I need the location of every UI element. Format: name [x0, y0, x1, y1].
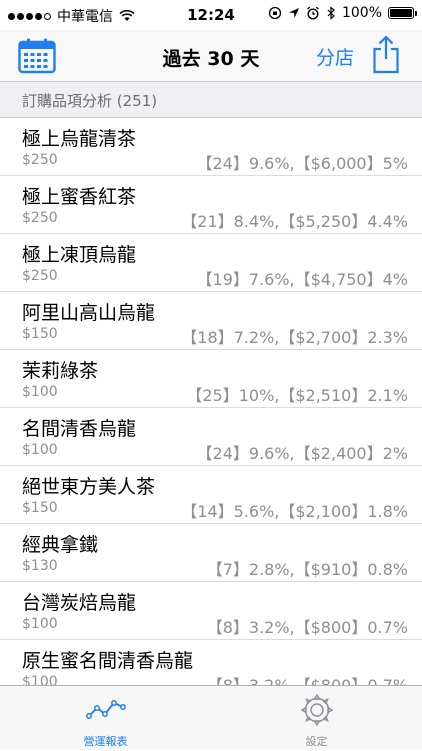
alarm-icon: [307, 6, 319, 20]
item-name: 台灣炭焙烏龍: [22, 592, 137, 614]
chart-line-icon: [85, 700, 126, 719]
item-price: $250: [22, 268, 58, 284]
item-statistics: 【19】7.6%,【$4,750】4%: [196, 270, 408, 289]
tab-label: 營運報表: [83, 735, 128, 748]
navigation-bar: 過去 30 天 分店: [0, 30, 422, 82]
orientation-lock-icon: [268, 6, 282, 20]
item-name: 茉莉綠茶: [22, 360, 99, 382]
item-statistics: 【24】9.6%,【$6,000】5%: [196, 154, 408, 173]
gear-icon: [300, 694, 333, 726]
item-price: $100: [22, 384, 58, 400]
item-price: $250: [22, 152, 58, 168]
battery-level: [390, 9, 412, 17]
item-price: $250: [22, 210, 58, 226]
item-price: $150: [22, 326, 58, 342]
section-header-label: 訂購品項分析 (251): [22, 92, 158, 110]
item-name: 原生蜜名間清香烏龍: [22, 650, 194, 672]
tab-label: 設定: [305, 735, 328, 748]
list-item[interactable]: 經典拿鐵 $130 【7】2.8%,【$910】0.8%: [0, 524, 422, 582]
item-statistics: 【14】5.6%,【$2,100】1.8%: [181, 502, 408, 521]
list-item[interactable]: 極上凍頂烏龍 $250 【19】7.6%,【$4,750】4%: [0, 234, 422, 292]
tab-bar: 營運報表 設定: [0, 685, 422, 750]
item-price: $100: [22, 616, 58, 632]
page-title: 過去 30 天: [162, 48, 260, 70]
item-name: 極上蜜香紅茶: [22, 186, 137, 208]
item-name: 極上烏龍清茶: [22, 128, 137, 150]
item-statistics: 【24】9.6%,【$2,400】2%: [196, 444, 408, 463]
item-price: $150: [22, 500, 58, 516]
list-item[interactable]: 名間清香烏龍 $100 【24】9.6%,【$2,400】2%: [0, 408, 422, 466]
item-price: $100: [22, 674, 58, 685]
bluetooth-icon: [327, 6, 335, 20]
item-list[interactable]: 極上烏龍清茶 $250 【24】9.6%,【$6,000】5% 極上蜜香紅茶 $250 【…: [0, 118, 422, 685]
battery-percent: 100%: [341, 5, 382, 21]
battery-icon: [388, 7, 417, 19]
item-name: 絕世東方美人茶: [22, 476, 156, 498]
list-item[interactable]: 絕世東方美人茶 $150 【14】5.6%,【$2,100】1.8%: [0, 466, 422, 524]
list-item[interactable]: 極上蜜香紅茶 $250 【21】8.4%,【$5,250】4.4%: [0, 176, 422, 234]
item-statistics: 【25】10%,【$2,510】2.1%: [186, 386, 408, 405]
section-header: 訂購品項分析 (251): [0, 82, 422, 118]
item-statistics: 【8】3.2%,【$800】0.7%: [206, 618, 408, 637]
tab-operations-report[interactable]: 營運報表: [0, 686, 211, 751]
list-item[interactable]: 原生蜜名間清香烏龍 $100 【8】3.2%,【$800】0.7%: [0, 640, 422, 685]
item-name: 極上凍頂烏龍: [22, 244, 137, 266]
location-arrow-icon: [288, 8, 299, 18]
store-button[interactable]: 分店: [316, 43, 354, 70]
list-item[interactable]: 極上烏龍清茶 $250 【24】9.6%,【$6,000】5%: [0, 118, 422, 176]
list-item[interactable]: 阿里山高山烏龍 $150 【18】7.2%,【$2,700】2.3%: [0, 292, 422, 350]
item-name: 名間清香烏龍: [22, 418, 137, 440]
item-name: 經典拿鐵: [22, 534, 99, 556]
status-bar: 中華電信 12:24 100%: [0, 0, 422, 30]
tab-settings[interactable]: 設定: [211, 686, 422, 751]
list-item[interactable]: 台灣炭焙烏龍 $100 【8】3.2%,【$800】0.7%: [0, 582, 422, 640]
item-name: 阿里山高山烏龍: [22, 302, 156, 324]
item-statistics: 【21】8.4%,【$5,250】4.4%: [181, 212, 408, 231]
item-price: $130: [22, 558, 58, 574]
item-statistics: 【8】3.2%,【$800】0.7%: [207, 672, 408, 685]
item-statistics: 【18】7.2%,【$2,700】2.3%: [181, 328, 408, 347]
item-price: $100: [22, 442, 58, 458]
share-icon[interactable]: [372, 34, 400, 74]
item-statistics: 【7】2.8%,【$910】0.8%: [206, 560, 408, 579]
list-item[interactable]: 茉莉綠茶 $100 【25】10%,【$2,510】2.1%: [0, 350, 422, 408]
